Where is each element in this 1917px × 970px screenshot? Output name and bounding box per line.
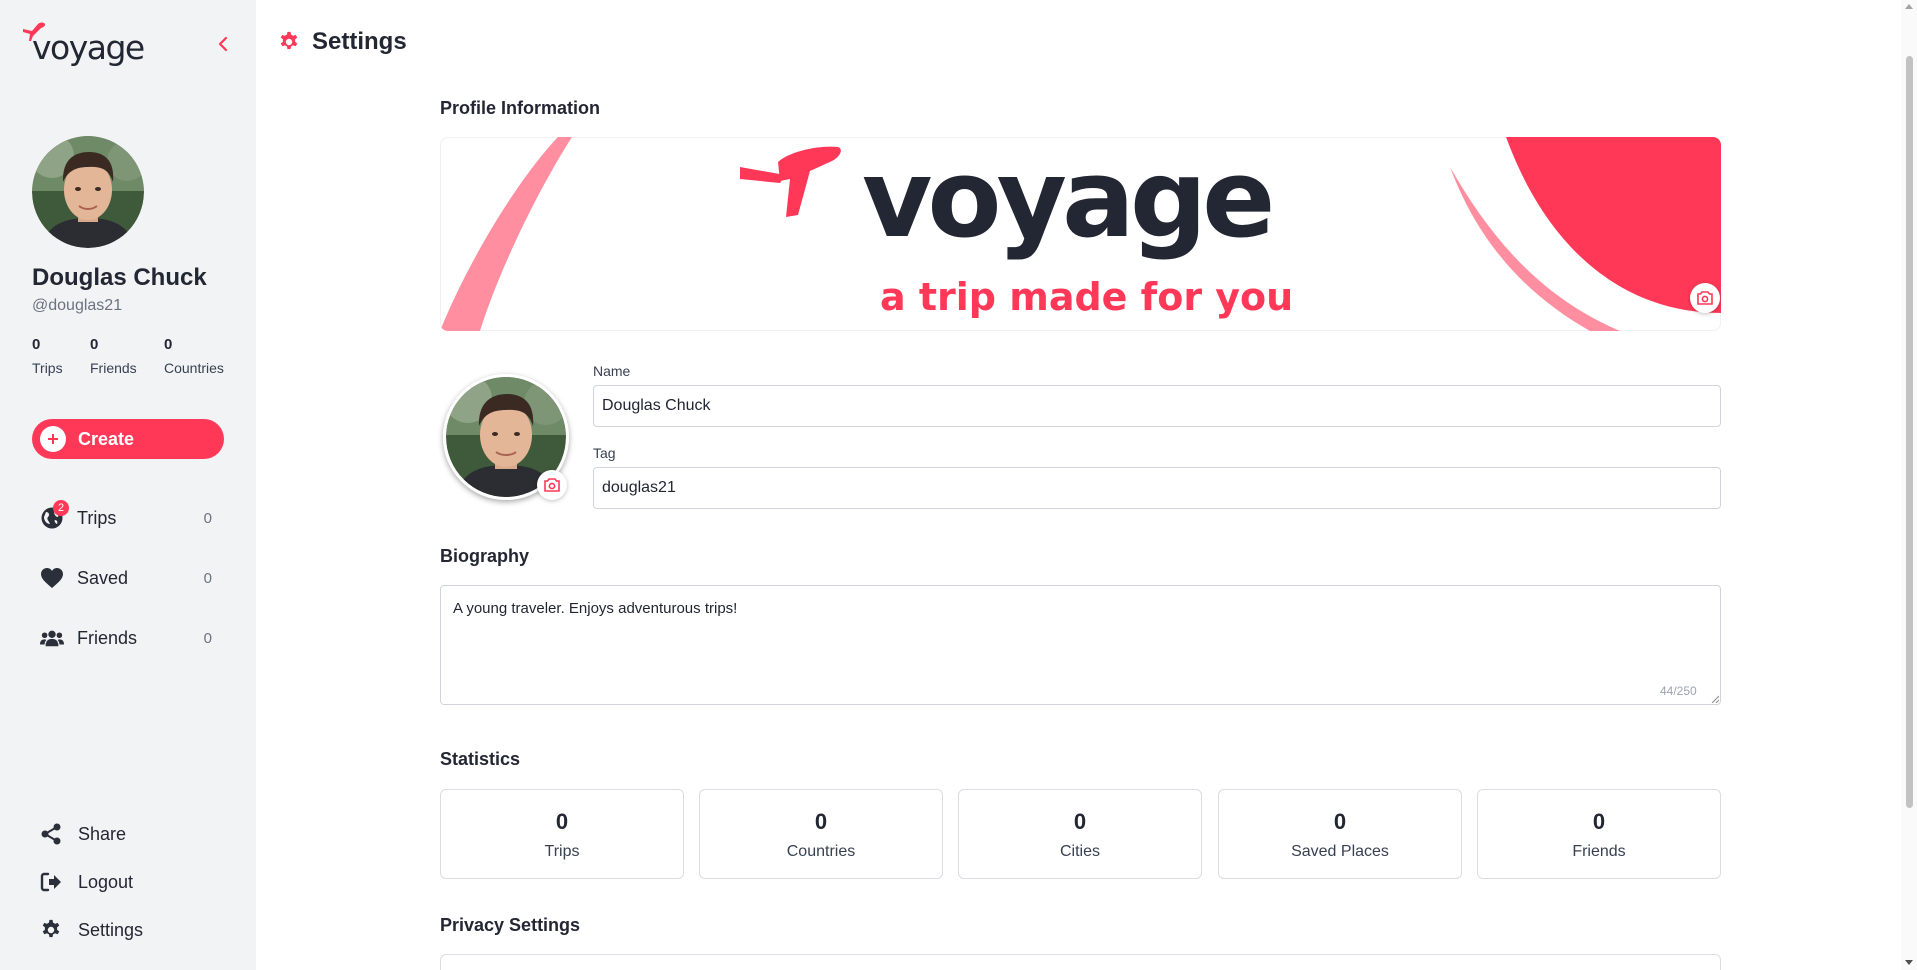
settings-label: Settings (78, 919, 144, 940)
stat-card-friends: 0 Friends (1477, 789, 1721, 879)
gear-icon (280, 31, 298, 50)
collapse-sidebar-button[interactable] (212, 30, 234, 58)
sidebar-item-count: 0 (203, 569, 212, 587)
stat-card-value: 0 (1592, 809, 1606, 834)
stat-card-trips: 0 Trips (440, 789, 684, 879)
stat-value: 0 (90, 336, 99, 353)
stat-label: Trips (32, 360, 63, 376)
scroll-thumb[interactable] (1906, 56, 1913, 808)
sidebar-item-count: 0 (203, 629, 212, 647)
create-button[interactable]: Create (32, 419, 224, 459)
change-banner-button[interactable] (1690, 283, 1720, 313)
stat-card-countries: 0 Countries (699, 789, 943, 879)
privacy-settings-panel (440, 954, 1721, 970)
stat-card-label: Countries (786, 843, 856, 860)
stat-countries[interactable]: 0 Countries (164, 336, 224, 376)
stat-label: Friends (90, 360, 137, 376)
app-logo[interactable]: voyage (22, 22, 145, 67)
profile-avatar-wrap (443, 374, 569, 500)
stat-value: 0 (164, 336, 173, 353)
gear-icon (42, 919, 60, 938)
plus-icon (40, 426, 66, 452)
biography-section-title: Biography (440, 546, 530, 566)
sidebar-item-label: Saved (77, 567, 129, 588)
stat-card-value: 0 (814, 809, 828, 834)
biography-char-counter: 44/250 (1660, 684, 1697, 698)
users-icon (40, 626, 64, 650)
share-button[interactable]: Share (40, 819, 220, 849)
resize-handle-icon[interactable] (1711, 695, 1719, 703)
camera-icon (1697, 291, 1713, 305)
camera-icon (544, 478, 560, 492)
share-icon (41, 823, 61, 845)
stat-card-label: Cities (1059, 843, 1100, 860)
settings-button[interactable]: Settings (40, 915, 220, 945)
sidebar-item-trips[interactable]: 2 Trips 0 (40, 500, 220, 535)
stat-card-value: 0 (1073, 809, 1087, 834)
page-scrollbar[interactable] (1901, 0, 1917, 970)
stat-label: Countries (164, 360, 224, 376)
change-avatar-button[interactable] (537, 470, 567, 500)
stat-card-value: 0 (1333, 809, 1347, 834)
stat-trips[interactable]: 0 Trips (32, 336, 90, 376)
stat-card-label: Saved Places (1291, 843, 1389, 860)
page-title: Settings (312, 28, 407, 55)
profile-section-title: Profile Information (440, 98, 601, 118)
sidebar: voyage Douglas Chuck @douglas21 0 Trips (0, 0, 256, 970)
statistics-section-title: Statistics (440, 749, 521, 769)
profile-banner: voyage a trip made for you (440, 137, 1721, 331)
globe-icon: 2 (40, 500, 69, 530)
logout-button[interactable]: Logout (40, 867, 220, 897)
stat-value: 0 (32, 336, 41, 353)
chevron-left-icon (218, 36, 228, 52)
sidebar-item-label: Trips (77, 507, 117, 528)
banner-tagline: a trip made for you (880, 275, 1294, 319)
stat-friends[interactable]: 0 Friends (90, 336, 164, 376)
sidebar-item-saved[interactable]: Saved 0 (40, 561, 220, 595)
plane-logo-icon (23, 22, 46, 41)
logo-text: voyage (32, 28, 145, 67)
sidebar-user-name: Douglas Chuck (32, 264, 207, 291)
name-label: Name (593, 363, 631, 379)
trips-notification-badge: 2 (53, 500, 69, 516)
tag-label: Tag (593, 445, 616, 461)
privacy-section-title: Privacy Settings (440, 915, 581, 935)
scroll-down-arrow-icon[interactable] (1905, 960, 1913, 965)
sidebar-stats: 0 Trips 0 Friends 0 Countries (32, 336, 224, 376)
stat-card-value: 0 (555, 809, 569, 834)
logout-label: Logout (78, 871, 134, 892)
stat-card-label: Trips (544, 843, 580, 860)
biography-textarea[interactable]: A young traveler. Enjoys adventurous tri… (440, 585, 1721, 705)
scroll-up-arrow-icon[interactable] (1905, 4, 1913, 9)
sidebar-user-tag: @douglas21 (32, 297, 123, 314)
user-avatar[interactable] (32, 136, 144, 248)
sidebar-item-label: Friends (77, 627, 138, 648)
create-button-label: Create (78, 428, 135, 449)
stat-card-label: Friends (1572, 843, 1626, 860)
banner-logo-text: voyage (862, 137, 1275, 262)
logout-icon (40, 872, 61, 892)
share-label: Share (78, 823, 127, 844)
sidebar-item-friends[interactable]: Friends 0 (40, 621, 220, 655)
tag-input[interactable] (593, 467, 1721, 509)
name-input[interactable] (593, 385, 1721, 427)
stat-card-saved-places: 0 Saved Places (1218, 789, 1462, 879)
page-header: Settings (278, 28, 407, 56)
stat-card-cities: 0 Cities (958, 789, 1202, 879)
heart-icon (40, 566, 64, 590)
sidebar-item-count: 0 (203, 509, 212, 527)
